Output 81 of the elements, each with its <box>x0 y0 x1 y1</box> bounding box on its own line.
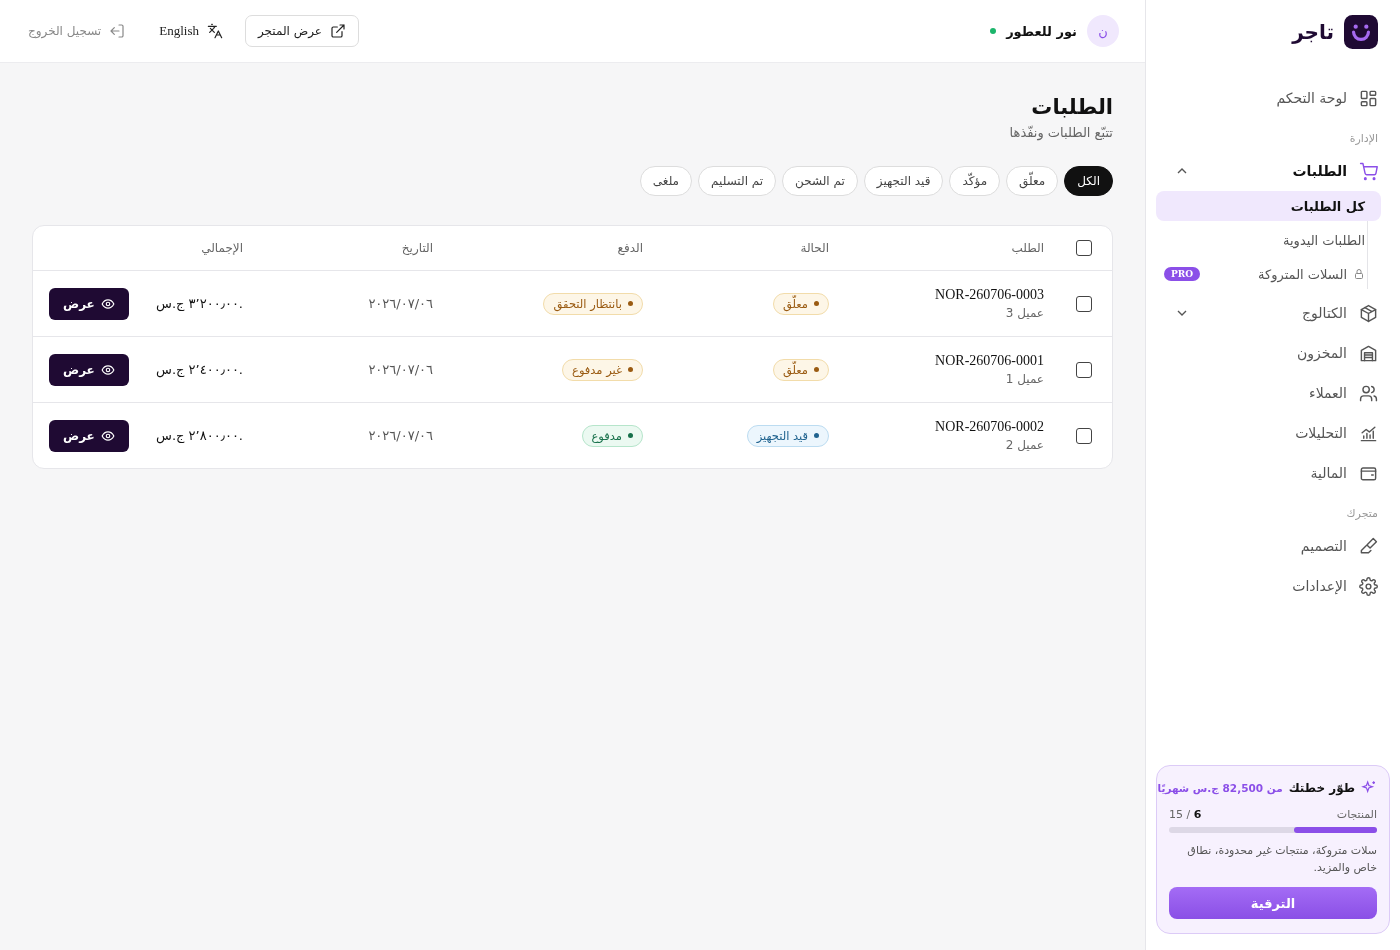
eye-icon <box>100 362 115 377</box>
warehouse-icon <box>1359 343 1378 363</box>
filter-chip[interactable]: قيد التجهيز <box>863 166 944 196</box>
nav-item[interactable]: لوحة التحكم <box>1156 78 1390 118</box>
status-badge: معلّق <box>772 292 829 315</box>
nav-item[interactable]: الإعدادات <box>1156 566 1390 606</box>
logo-icon <box>1344 15 1378 49</box>
brand-name: تاجر <box>1292 20 1334 44</box>
order-total: ٣٬٢٠٠٫٠٠ ج.س. <box>156 296 243 311</box>
nav-item[interactable]: التحليلات <box>1156 413 1390 453</box>
view-button[interactable]: عرض <box>49 419 129 452</box>
nav-subitem[interactable]: كل الطلبات <box>1156 191 1381 221</box>
upgrade-text: سلات متروكة، منتجات غير محدودة، نطاق خاص والمزيد. <box>1186 842 1377 877</box>
language-button[interactable]: English <box>147 15 235 47</box>
payment-badge: غير مدفوع <box>562 358 643 381</box>
upgrade-price: من 82,500 ج.س شهريًا <box>1157 781 1283 794</box>
filter-chip[interactable]: الكل <box>1064 166 1113 196</box>
usage-limit: / 15 <box>1169 807 1191 821</box>
order-total: ٢٬٨٠٠٫٠٠ ج.س. <box>156 428 243 443</box>
order-date: ٢٠٢٦/٠٧/٠٦ <box>368 362 433 377</box>
filter-chip[interactable]: ملغى <box>639 166 693 196</box>
avatar: ن <box>1087 15 1119 47</box>
view-store-button[interactable]: عرض المتجر <box>244 15 359 47</box>
row-checkbox[interactable] <box>1076 427 1092 444</box>
page-title: الطلبات <box>1031 95 1113 119</box>
payment-badge: بانتظار التحقق <box>543 292 643 315</box>
order-number: NOR-260706-0003 <box>935 287 1044 303</box>
status-badge: قيد التجهيز <box>746 424 829 447</box>
filter-chip[interactable]: تم التسليم <box>698 166 777 196</box>
column-header: الحالة <box>800 241 829 255</box>
column-header: التاريخ <box>401 241 433 255</box>
users-icon <box>1359 383 1378 403</box>
row-checkbox[interactable] <box>1076 295 1092 312</box>
nav-item[interactable]: المخزون <box>1156 333 1390 373</box>
upgrade-title: طوّر خطتك <box>1288 780 1355 795</box>
eye-icon <box>100 428 115 443</box>
filter-chip[interactable]: معلّق <box>1006 166 1059 196</box>
brush-icon <box>1359 536 1378 556</box>
filter-chip[interactable]: تم الشحن <box>782 166 858 196</box>
dashboard-icon <box>1359 88 1378 108</box>
settings-icon <box>1359 576 1378 596</box>
customer-name: عميل 1 <box>1005 372 1044 386</box>
cart-icon <box>1359 161 1378 181</box>
package-icon <box>1359 303 1378 323</box>
order-total: ٢٬٤٠٠٫٠٠ ج.س. <box>156 362 243 377</box>
order-number: NOR-260706-0001 <box>935 353 1044 369</box>
nav-item[interactable]: التصميم <box>1156 526 1390 566</box>
sparkles-icon <box>1361 779 1377 796</box>
metric-label: المنتجات <box>1336 807 1377 821</box>
column-header: الطلب <box>1011 241 1044 255</box>
nav-item[interactable]: المالية <box>1156 453 1390 493</box>
pro-badge: PRO <box>1164 267 1201 281</box>
view-button[interactable]: عرض <box>49 353 129 386</box>
eye-icon <box>100 296 115 311</box>
logout-icon <box>109 23 126 39</box>
upgrade-button[interactable]: الترقية <box>1169 887 1377 919</box>
column-header: الإجمالي <box>201 241 243 255</box>
order-date: ٢٠٢٦/٠٧/٠٦ <box>368 296 433 311</box>
row-checkbox[interactable] <box>1076 361 1092 378</box>
external-link-icon <box>330 23 346 39</box>
logout-button[interactable]: تسجيل الخروج <box>16 15 138 47</box>
filter-chip[interactable]: مؤكّد <box>949 166 1001 196</box>
column-header: الدفع <box>617 241 643 255</box>
nav-item[interactable]: العملاء <box>1156 373 1390 413</box>
order-date: ٢٠٢٦/٠٧/٠٦ <box>368 428 433 443</box>
order-number: NOR-260706-0002 <box>935 419 1044 435</box>
customer-name: عميل 3 <box>1005 306 1044 320</box>
nav-item[interactable]: الكتالوج <box>1156 293 1390 333</box>
translate-icon <box>206 23 223 39</box>
view-button[interactable]: عرض <box>49 287 129 320</box>
payment-badge: مدفوع <box>581 424 643 447</box>
page-subtitle: تتبّع الطلبات ونفّذها <box>1009 125 1113 140</box>
used-count: 6 <box>1193 807 1202 821</box>
store-name: نور للعطور <box>1006 23 1077 39</box>
nav-subitem[interactable]: الطلبات اليدوية <box>1156 225 1381 255</box>
nav-section-heading: الإدارة <box>1348 131 1379 147</box>
select-all-checkbox[interactable] <box>1076 240 1092 256</box>
customer-name: عميل 2 <box>1005 438 1044 452</box>
nav-item[interactable]: الطلبات <box>1156 151 1390 191</box>
nav-section-heading: متجرك <box>1345 506 1379 522</box>
status-badge: معلّق <box>772 358 829 381</box>
